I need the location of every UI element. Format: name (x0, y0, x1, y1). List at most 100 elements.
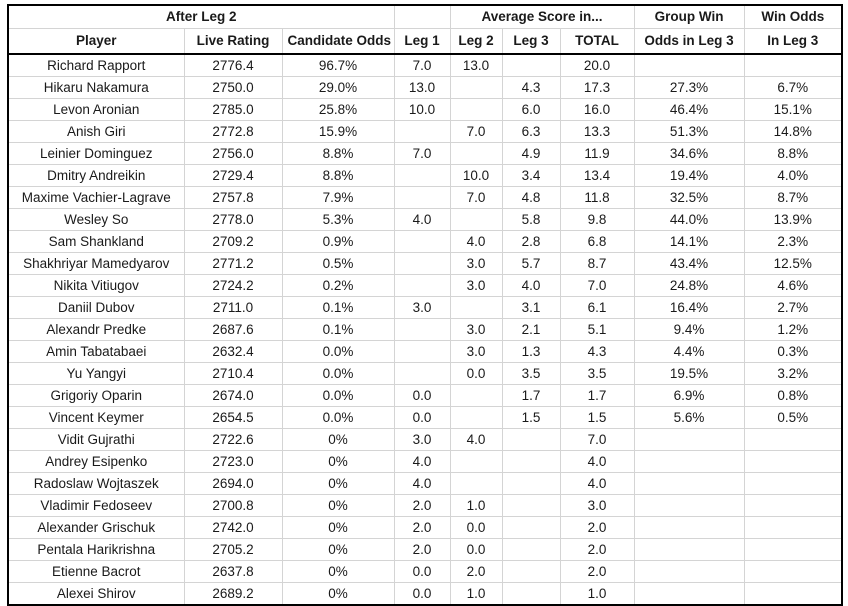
table-group-header-row: After Leg 2 Average Score in... Group Wi… (8, 5, 843, 29)
cell-live-rating: 2722.6 (183, 428, 283, 451)
cell-leg-2: 10.0 (449, 164, 503, 187)
cell-group-win-odds: 14.1% (633, 230, 745, 253)
cell-leg-1: 2.0 (393, 538, 451, 561)
cell-leg-2: 4.0 (449, 428, 503, 451)
cell-win-odds-leg-3: 0.5% (743, 406, 843, 429)
cell-leg-2: 0.0 (449, 538, 503, 561)
cell-candidate-odds: 0.0% (281, 340, 395, 363)
table-row: Shakhriyar Mamedyarov 2771.2 0.5% 3.0 5.7 8.7… (7, 252, 843, 275)
cell-leg-3 (501, 494, 561, 517)
cell-player: Amin Tabatabaei (7, 340, 185, 363)
cell-win-odds-leg-3 (743, 582, 843, 606)
table-row: Yu Yangyi 2710.4 0.0% 0.0 3.5 3.5 19.5% 3.2% (7, 362, 843, 385)
cell-candidate-odds: 0% (281, 428, 395, 451)
column-header-leg-1: Leg 1 (393, 28, 451, 55)
candidates-odds-table: After Leg 2 Average Score in... Group Wi… (7, 4, 844, 606)
table-row: Etienne Bacrot 2637.8 0% 0.0 2.0 2.0 (7, 560, 843, 583)
cell-total: 8.7 (559, 252, 635, 275)
cell-leg-2 (449, 76, 503, 99)
table-row: Alexander Grischuk 2742.0 0% 2.0 0.0 2.0 (7, 516, 843, 539)
cell-leg-2 (449, 208, 503, 231)
cell-total: 20.0 (559, 53, 635, 77)
cell-leg-3: 3.5 (501, 362, 561, 385)
cell-total: 9.8 (559, 208, 635, 231)
group-header-after-leg-2: After Leg 2 (8, 5, 395, 29)
table-row: Leinier Dominguez 2756.0 8.8% 7.0 4.9 11.9 34.… (7, 142, 843, 165)
cell-leg-3: 4.3 (501, 76, 561, 99)
column-header-leg-3: Leg 3 (501, 28, 561, 55)
cell-player: Vincent Keymer (7, 406, 185, 429)
cell-leg-1 (393, 120, 451, 143)
cell-live-rating: 2771.2 (183, 252, 283, 275)
cell-total: 2.0 (559, 560, 635, 583)
table-row: Richard Rapport 2776.4 96.7% 7.0 13.0 20.0 (7, 53, 843, 77)
spreadsheet-area: After Leg 2 Average Score in... Group Wi… (7, 4, 844, 606)
cell-leg-3: 6.3 (501, 120, 561, 143)
cell-leg-1: 4.0 (393, 208, 451, 231)
cell-leg-3: 6.0 (501, 98, 561, 121)
cell-leg-3: 1.5 (501, 406, 561, 429)
cell-total: 13.4 (559, 164, 635, 187)
cell-leg-1 (393, 230, 451, 253)
cell-group-win-odds (633, 516, 745, 539)
cell-candidate-odds: 96.7% (281, 53, 395, 77)
cell-group-win-odds: 6.9% (633, 384, 745, 407)
cell-candidate-odds: 29.0% (281, 76, 395, 99)
cell-group-win-odds (633, 560, 745, 583)
cell-player: Anish Giri (7, 120, 185, 143)
column-header-total: TOTAL (559, 28, 635, 55)
cell-candidate-odds: 0% (281, 538, 395, 561)
cell-win-odds-leg-3: 8.7% (743, 186, 843, 209)
cell-group-win-odds (633, 472, 745, 495)
cell-group-win-odds: 16.4% (633, 296, 745, 319)
column-header-leg-2: Leg 2 (449, 28, 503, 55)
table-row: Levon Aronian 2785.0 25.8% 10.0 6.0 16.0 46.4%… (7, 98, 843, 121)
cell-candidate-odds: 5.3% (281, 208, 395, 231)
cell-win-odds-leg-3: 8.8% (743, 142, 843, 165)
cell-player: Richard Rapport (7, 53, 185, 77)
cell-win-odds-leg-3: 6.7% (743, 76, 843, 99)
cell-group-win-odds: 24.8% (633, 274, 745, 297)
cell-candidate-odds: 7.9% (281, 186, 395, 209)
cell-live-rating: 2776.4 (183, 53, 283, 77)
cell-leg-1 (393, 362, 451, 385)
cell-candidate-odds: 8.8% (281, 164, 395, 187)
cell-group-win-odds: 46.4% (633, 98, 745, 121)
cell-live-rating: 2750.0 (183, 76, 283, 99)
cell-live-rating: 2632.4 (183, 340, 283, 363)
cell-live-rating: 2772.8 (183, 120, 283, 143)
cell-candidate-odds: 0% (281, 494, 395, 517)
cell-win-odds-leg-3: 13.9% (743, 208, 843, 231)
cell-leg-1: 0.0 (393, 582, 451, 606)
cell-total: 1.5 (559, 406, 635, 429)
group-header-average-score: Average Score in... (449, 5, 635, 29)
cell-leg-1: 4.0 (393, 450, 451, 473)
cell-candidate-odds: 0% (281, 472, 395, 495)
cell-player: Levon Aronian (7, 98, 185, 121)
cell-group-win-odds: 44.0% (633, 208, 745, 231)
cell-group-win-odds: 34.6% (633, 142, 745, 165)
group-header-spacer (394, 5, 450, 29)
cell-leg-3 (501, 450, 561, 473)
cell-total: 2.0 (559, 516, 635, 539)
cell-live-rating: 2756.0 (183, 142, 283, 165)
cell-leg-1: 7.0 (393, 53, 451, 77)
table-row: Maxime Vachier-Lagrave 2757.8 7.9% 7.0 4.8 11… (7, 186, 843, 209)
cell-leg-2 (449, 384, 503, 407)
cell-group-win-odds (633, 494, 745, 517)
cell-live-rating: 2709.2 (183, 230, 283, 253)
cell-leg-3 (501, 516, 561, 539)
cell-leg-1: 7.0 (393, 142, 451, 165)
cell-total: 4.0 (559, 450, 635, 473)
cell-leg-3: 2.8 (501, 230, 561, 253)
cell-group-win-odds: 5.6% (633, 406, 745, 429)
cell-total: 5.1 (559, 318, 635, 341)
cell-group-win-odds: 27.3% (633, 76, 745, 99)
table-row: Andrey Esipenko 2723.0 0% 4.0 4.0 (7, 450, 843, 473)
group-header-group-win: Group Win (633, 5, 745, 29)
cell-win-odds-leg-3 (743, 450, 843, 473)
cell-leg-2: 0.0 (449, 362, 503, 385)
cell-live-rating: 2654.5 (183, 406, 283, 429)
cell-live-rating: 2689.2 (183, 582, 283, 606)
cell-win-odds-leg-3: 14.8% (743, 120, 843, 143)
